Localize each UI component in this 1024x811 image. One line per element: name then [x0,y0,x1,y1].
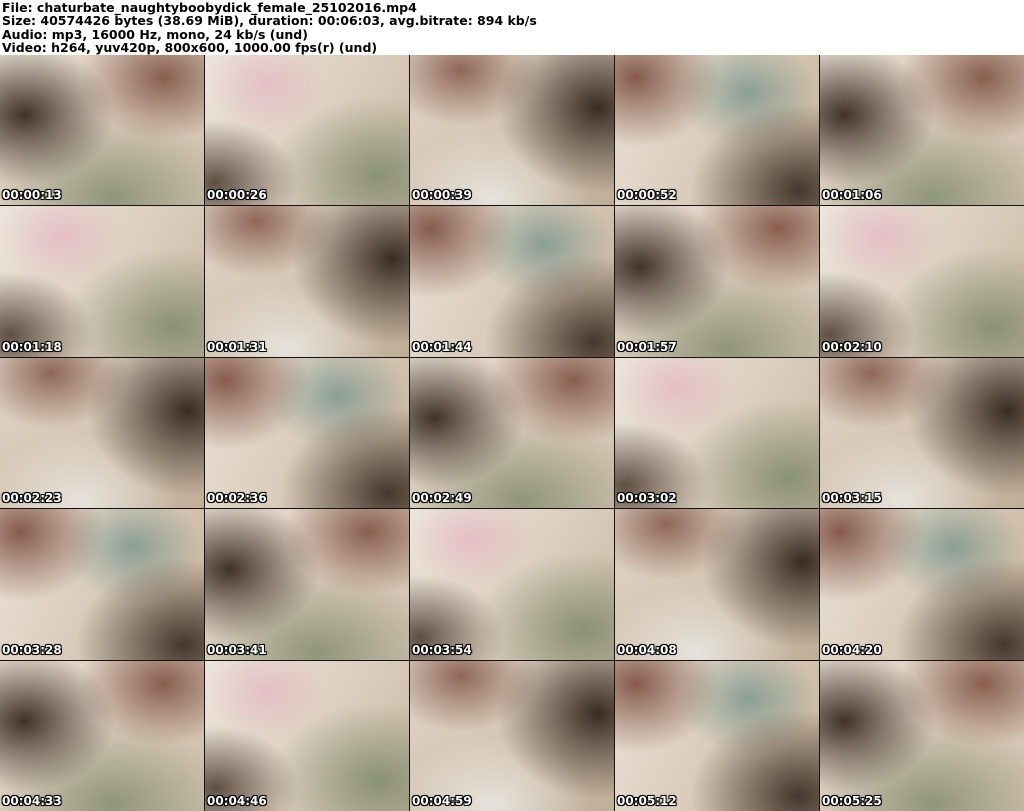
timestamp-label: 00:04:59 [412,793,472,808]
video-thumbnail: 00:04:46 [205,660,409,811]
timestamp-label: 00:00:39 [412,188,472,203]
timestamp-label: 00:02:23 [2,491,62,506]
video-thumbnail: 00:00:13 [0,55,204,206]
video-thumbnail: 00:04:20 [820,509,1024,660]
timestamp-label: 00:00:26 [207,188,267,203]
video-thumbnail: 00:01:57 [615,206,819,357]
file-metadata-header: File: chaturbate_naughtyboobydick_female… [0,0,1024,55]
timestamp-label: 00:01:31 [207,339,267,354]
metadata-audio-line: Audio: mp3, 16000 Hz, mono, 24 kb/s (und… [2,26,308,42]
video-thumbnail: 00:02:23 [0,357,204,509]
timestamp-label: 00:01:06 [822,188,882,203]
timestamp-label: 00:04:33 [2,793,62,808]
video-thumbnail: 00:01:44 [410,206,614,357]
video-thumbnail: 00:04:08 [615,509,819,660]
video-thumbnail: 00:02:10 [820,206,1024,357]
timestamp-label: 00:02:36 [207,491,267,506]
timestamp-label: 00:01:57 [617,339,677,354]
video-thumbnail: 00:01:06 [820,55,1024,206]
video-thumbnail: 00:04:59 [410,660,614,811]
video-thumbnail: 00:01:18 [0,206,204,357]
video-thumbnail: 00:00:39 [410,55,614,206]
video-thumbnail: 00:05:25 [820,660,1024,811]
video-thumbnail: 00:02:36 [205,357,409,509]
timestamp-label: 00:01:44 [412,339,472,354]
timestamp-label: 00:03:41 [207,642,267,657]
video-thumbnail: 00:02:49 [410,357,614,509]
video-thumbnail: 00:03:15 [820,357,1024,509]
thumbnail-grid: 00:00:13 00:00:26 00:00:39 00:00:52 00:0… [0,55,1024,811]
timestamp-label: 00:01:18 [2,339,62,354]
video-thumbnail: 00:01:31 [205,206,409,357]
timestamp-label: 00:03:15 [822,491,882,506]
video-thumbnail: 00:00:52 [615,55,819,206]
timestamp-label: 00:00:52 [617,188,677,203]
timestamp-label: 00:05:25 [822,793,882,808]
timestamp-label: 00:04:20 [822,642,882,657]
video-thumbnail: 00:03:02 [615,357,819,509]
metadata-file-line: File: chaturbate_naughtyboobydick_female… [2,0,417,15]
metadata-size-line: Size: 40574426 bytes (38.69 MiB), durati… [2,13,537,29]
timestamp-label: 00:02:10 [822,339,882,354]
timestamp-label: 00:02:49 [412,491,472,506]
metadata-video-line: Video: h264, yuv420p, 800x600, 1000.00 f… [2,40,378,55]
timestamp-label: 00:04:46 [207,793,267,808]
timestamp-label: 00:03:54 [412,642,472,657]
video-thumbnail: 00:03:41 [205,509,409,660]
video-thumbnail: 00:04:33 [0,660,204,811]
video-thumbnail: 00:03:28 [0,509,204,660]
video-thumbnail: 00:05:12 [615,660,819,811]
timestamp-label: 00:03:02 [617,491,677,506]
timestamp-label: 00:00:13 [2,188,62,203]
timestamp-label: 00:05:12 [617,793,677,808]
video-thumbnail: 00:00:26 [205,55,409,206]
timestamp-label: 00:03:28 [2,642,62,657]
timestamp-label: 00:04:08 [617,642,677,657]
video-thumbnail: 00:03:54 [410,509,614,660]
